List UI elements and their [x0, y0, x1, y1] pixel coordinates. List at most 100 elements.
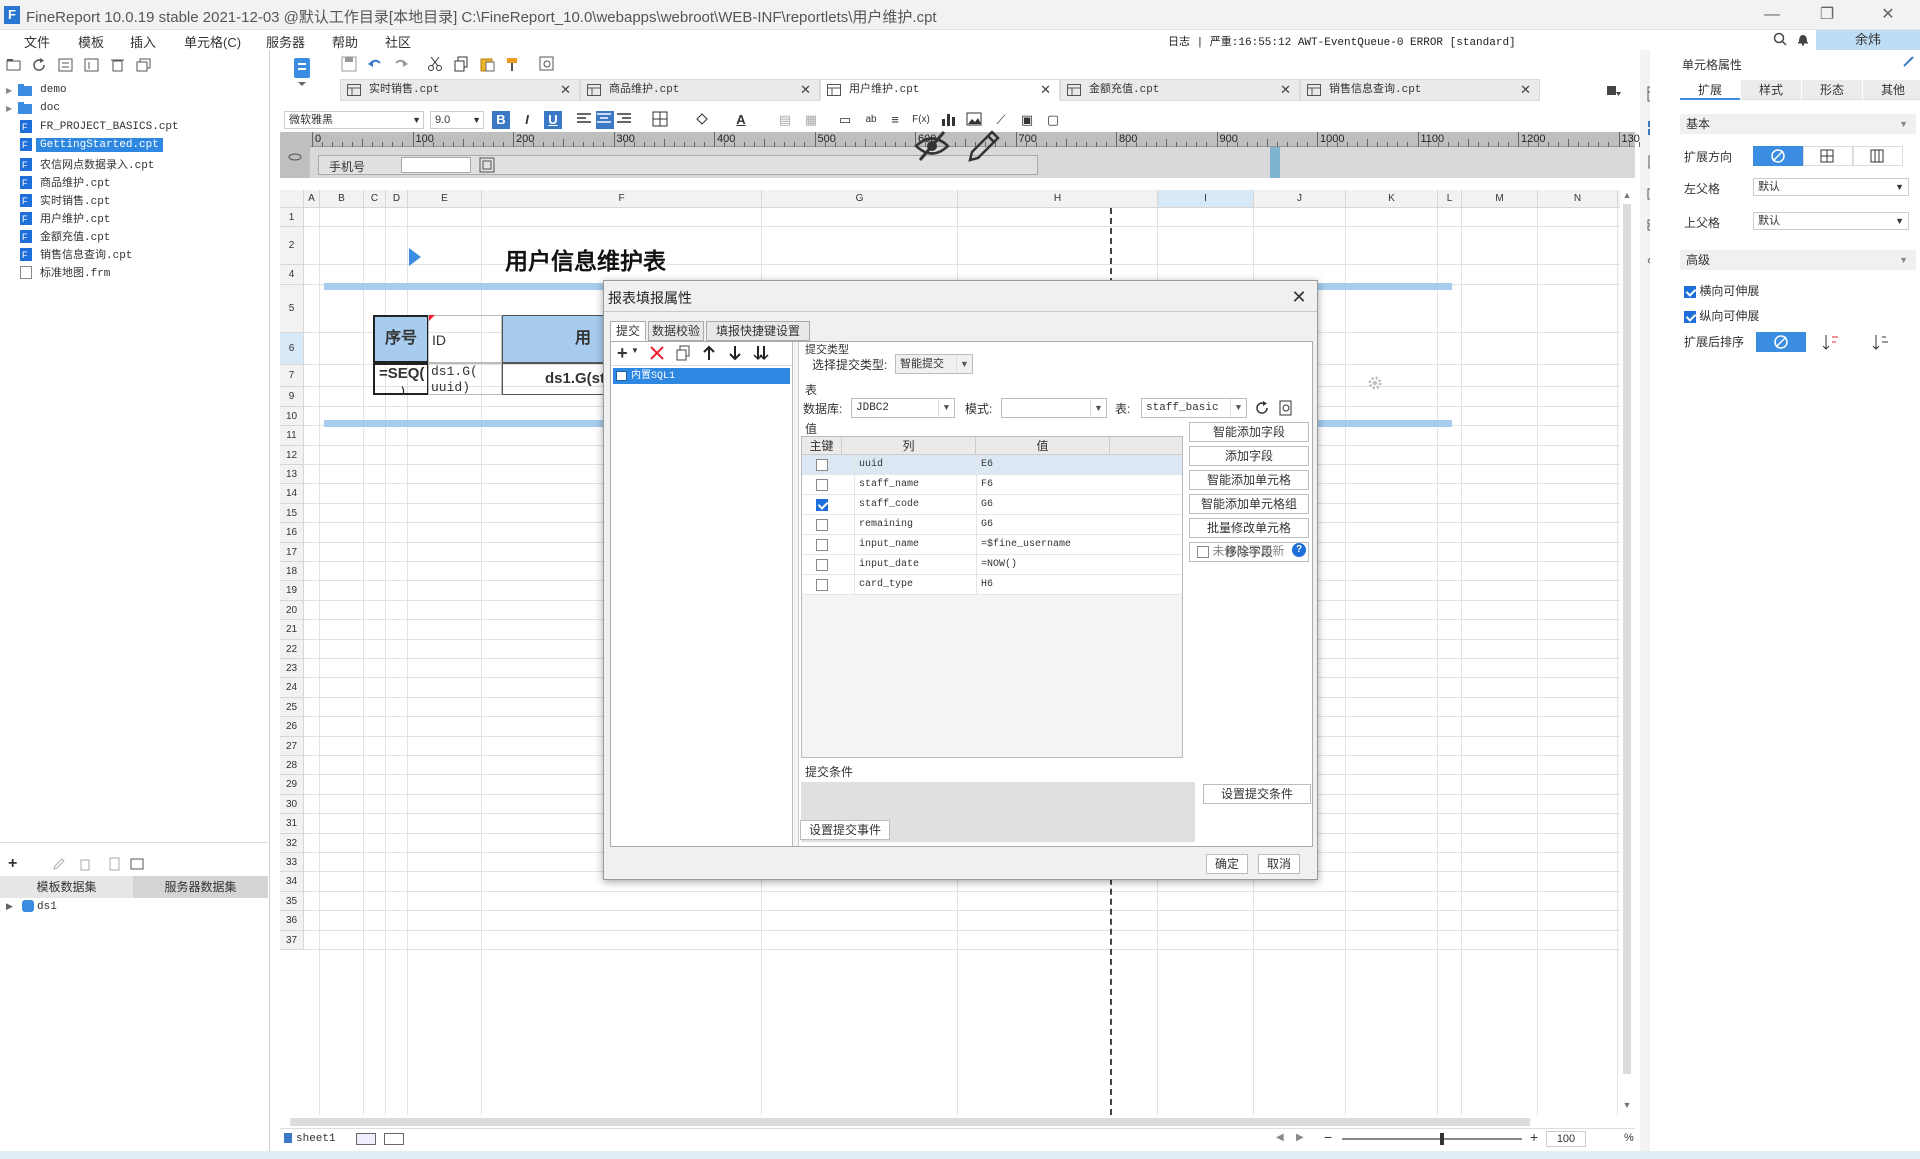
column-value[interactable]: =NOW() [976, 555, 1110, 575]
image-icon[interactable] [966, 111, 984, 129]
column-value[interactable]: G6 [976, 495, 1110, 515]
edit-icon[interactable] [52, 857, 66, 871]
tree-item[interactable]: F 商品维护.cpt [6, 174, 114, 192]
expand-horizontal-button[interactable] [1853, 146, 1903, 166]
h-expand-checkbox[interactable] [1684, 285, 1696, 298]
tree-item[interactable]: F 农信网点数据录入.cpt [6, 156, 158, 174]
row-header[interactable]: 14 [280, 484, 304, 504]
field-button-1[interactable]: 添加字段 [1189, 446, 1309, 466]
insert-text-icon[interactable]: ab [862, 111, 880, 129]
horizontal-scrollbar[interactable] [280, 1115, 1620, 1128]
italic-button[interactable]: I [518, 111, 536, 129]
menu-community[interactable]: 社区 [385, 32, 411, 51]
row-header[interactable]: 20 [280, 600, 304, 621]
gear-icon[interactable] [1368, 376, 1382, 390]
sort-desc-button[interactable] [1856, 332, 1906, 352]
table-row[interactable]: remaining G6 [802, 515, 1182, 535]
column-name[interactable]: card_type [854, 575, 913, 595]
seq-formula-cell[interactable]: =SEQ() [373, 363, 429, 395]
primary-key-checkbox[interactable] [816, 539, 828, 551]
section-basic[interactable]: 基本 ▼ [1680, 114, 1916, 134]
row-header[interactable]: 6 [280, 333, 304, 366]
column-header[interactable]: K [1346, 190, 1438, 208]
dataset-settings-icon[interactable] [130, 857, 144, 871]
menu-cell[interactable]: 单元格(C) [184, 32, 241, 51]
add-submit-icon[interactable]: + [617, 343, 628, 364]
expand-arrow-icon[interactable]: ▶ [6, 86, 12, 95]
close-tab-icon[interactable]: ✕ [560, 80, 571, 100]
zoom-slider[interactable] [1342, 1138, 1522, 1140]
tab-validation[interactable]: 数据校验 [648, 321, 704, 341]
table-row[interactable]: staff_code G6 [802, 495, 1182, 515]
column-name[interactable]: input_date [854, 555, 919, 575]
vertical-scrollbar[interactable]: ▲ ▼ [1620, 190, 1634, 1115]
column-header[interactable]: D [386, 190, 408, 208]
minimize-button[interactable]: — [1760, 4, 1784, 26]
db-select[interactable]: JDBC2 ▼ [851, 398, 955, 418]
row-header[interactable]: 37 [280, 930, 304, 950]
primary-key-checkbox[interactable] [816, 559, 828, 571]
scroll-down-icon[interactable]: ▼ [1620, 1100, 1634, 1112]
column-value[interactable]: F6 [976, 475, 1110, 495]
column-header[interactable]: F [482, 190, 762, 208]
table-row[interactable]: staff_name F6 [802, 475, 1182, 495]
zoom-out-button[interactable]: − [1324, 1129, 1332, 1145]
row-header[interactable]: 36 [280, 911, 304, 931]
column-name[interactable]: input_name [854, 535, 919, 555]
row-header[interactable]: 5 [280, 285, 304, 334]
pencil-icon[interactable] [966, 128, 1002, 164]
header-id-cell[interactable]: ID [428, 315, 502, 363]
column-name[interactable]: staff_code [854, 495, 919, 515]
undo-icon[interactable] [367, 56, 383, 72]
next-page-icon[interactable]: ▶ [1296, 1132, 1304, 1143]
table-row[interactable]: card_type H6 [802, 575, 1182, 595]
font-size-select[interactable]: 9.0 ▼ [430, 111, 484, 129]
submit-event-button[interactable]: 设置提交事件 [800, 820, 890, 840]
top-parent-select[interactable]: 默认 ▼ [1753, 212, 1909, 230]
id-formula-cell[interactable]: ds1.G(uuid) [428, 363, 502, 395]
row-header[interactable]: 29 [280, 775, 304, 795]
ok-button[interactable]: 确定 [1206, 854, 1248, 874]
set-condition-button[interactable]: 设置提交条件 [1203, 784, 1311, 804]
sort-none-button[interactable] [1756, 332, 1806, 352]
primary-key-checkbox[interactable] [816, 579, 828, 591]
column-header[interactable]: J [1254, 190, 1346, 208]
sheet-tab[interactable]: sheet1 [296, 1133, 336, 1145]
submit-item[interactable]: 内置SQL1 [613, 368, 790, 384]
header-user-cell[interactable]: 用户 [502, 315, 606, 363]
left-parent-select[interactable]: 默认 ▼ [1753, 178, 1909, 196]
table-row[interactable]: input_date =NOW() [802, 555, 1182, 575]
column-value[interactable]: G6 [976, 515, 1110, 535]
query-icon[interactable] [479, 157, 495, 173]
user-formula-cell[interactable]: ds1.G(st [502, 363, 606, 395]
bell-icon[interactable] [1796, 32, 1810, 46]
table-row[interactable]: input_name =$fine_username [802, 535, 1182, 555]
scroll-up-icon[interactable]: ▲ [1620, 190, 1634, 202]
underline-button[interactable]: U [544, 111, 562, 129]
col-header-column[interactable]: 列 [842, 437, 976, 455]
field-button-4[interactable]: 批量修改单元格 [1189, 518, 1309, 538]
property-tab-3[interactable]: 其他 [1863, 80, 1920, 100]
font-family-select[interactable]: 微软雅黑 ▼ [284, 111, 424, 129]
zoom-slider-thumb[interactable] [1440, 1133, 1444, 1145]
refresh-icon[interactable] [32, 58, 48, 72]
param-boundary[interactable] [1270, 147, 1280, 178]
preview-report-icon[interactable] [539, 56, 555, 72]
expand-none-button[interactable] [1753, 146, 1803, 166]
user-account-button[interactable]: 余炜 [1816, 30, 1920, 50]
preview-icon[interactable] [108, 857, 122, 871]
tab-3[interactable]: 金额充值.cpt ✕ [1060, 79, 1300, 101]
expand-vertical-button[interactable] [1803, 146, 1853, 166]
zoom-input[interactable]: 100 [1546, 1131, 1586, 1147]
align-left-icon[interactable] [576, 111, 594, 129]
pin-icon[interactable] [1902, 54, 1916, 68]
search-table-icon[interactable] [1277, 399, 1295, 417]
section-advanced[interactable]: 高级 ▼ [1680, 250, 1916, 270]
tab-2[interactable]: 用户维护.cpt ✕ [820, 79, 1060, 101]
row-header[interactable]: 12 [280, 445, 304, 465]
log-status[interactable]: 日志 | 严重:16:55:12 AWT-EventQueue-0 ERROR … [1168, 33, 1516, 49]
row-header[interactable]: 32 [280, 833, 304, 853]
refresh-table-icon[interactable] [1253, 399, 1271, 417]
slash-icon[interactable]: ⟋ [992, 111, 1010, 129]
delete-dataset-icon[interactable] [78, 857, 92, 871]
